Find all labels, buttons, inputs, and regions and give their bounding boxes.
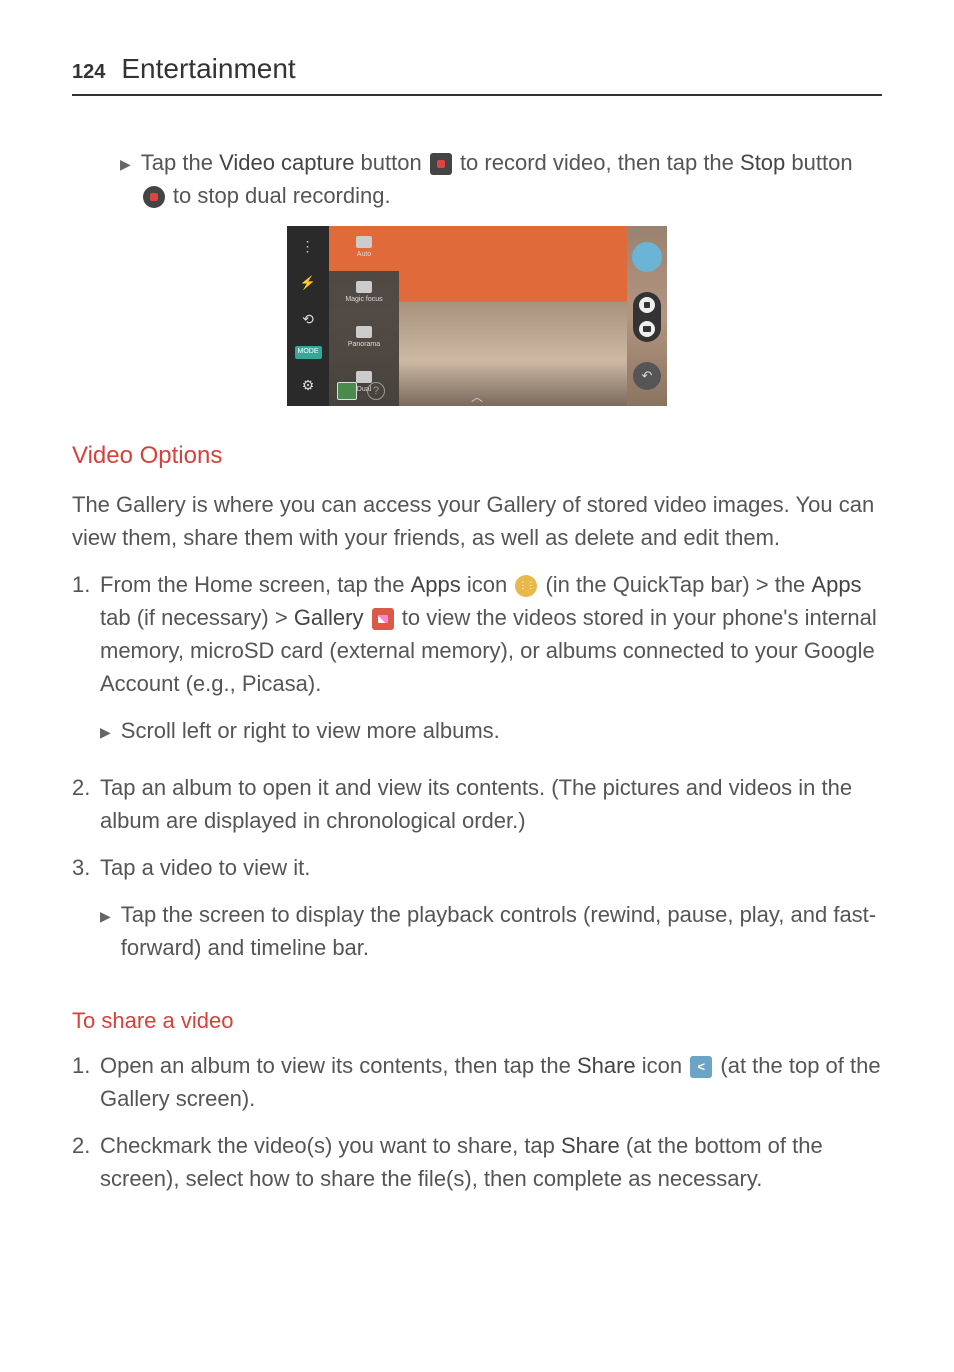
settings-icon: ⚙: [302, 375, 315, 396]
share-heading: To share a video: [72, 1004, 882, 1037]
video-options-heading: Video Options: [72, 438, 882, 474]
section-title: Entertainment: [121, 48, 295, 90]
arrow-icon: ▶: [120, 154, 131, 175]
camera-mode-screenshot: ⋮ ⚡ ⟲ MODE ⚙ Auto Magic focus Panorama D…: [287, 226, 667, 406]
step-number: 3.: [72, 851, 100, 974]
arrow-icon: ▶: [100, 906, 111, 927]
camera-mode-icon: [639, 321, 655, 337]
share-icon: [690, 1056, 712, 1078]
gallery-icon: [372, 608, 394, 630]
video-mode-icon: [639, 297, 655, 313]
step-number: 1.: [72, 1049, 100, 1115]
step-number: 1.: [72, 568, 100, 757]
help-icon: ?: [367, 382, 385, 400]
chevron-up-icon: ︿: [471, 388, 483, 406]
step-1: 1. From the Home screen, tap the Apps ic…: [72, 568, 882, 757]
apps-icon: [515, 575, 537, 597]
step-number: 2.: [72, 771, 100, 837]
page-number: 124: [72, 57, 105, 87]
step-2: 2. Tap an album to open it and view its …: [72, 771, 882, 837]
share-step-1: 1. Open an album to view its contents, t…: [72, 1049, 882, 1115]
menu-icon: ⋮: [301, 236, 316, 257]
video-capture-icon: [430, 153, 452, 175]
step1-bullet: Scroll left or right to view more albums…: [121, 714, 500, 747]
swap-camera-icon: ⟲: [302, 309, 314, 330]
intro-bullet: ▶ Tap the Video capture button to record…: [120, 146, 882, 212]
stop-icon: [143, 186, 165, 208]
intro-text: Tap the Video capture button to record v…: [141, 146, 882, 212]
share-step-2: 2. Checkmark the video(s) you want to sh…: [72, 1129, 882, 1195]
page-header: 124 Entertainment: [72, 48, 882, 96]
video-options-para: The Gallery is where you can access your…: [72, 488, 882, 554]
back-icon: ↶: [633, 362, 661, 390]
step-3: 3. Tap a video to view it. ▶ Tap the scr…: [72, 851, 882, 974]
gallery-thumb-icon: [337, 382, 357, 400]
step-number: 2.: [72, 1129, 100, 1195]
step3-bullet: Tap the screen to display the playback c…: [121, 898, 882, 964]
mode-button: MODE: [295, 346, 322, 359]
flash-icon: ⚡: [300, 273, 316, 293]
preview-circle: [632, 242, 662, 272]
arrow-icon: ▶: [100, 722, 111, 743]
